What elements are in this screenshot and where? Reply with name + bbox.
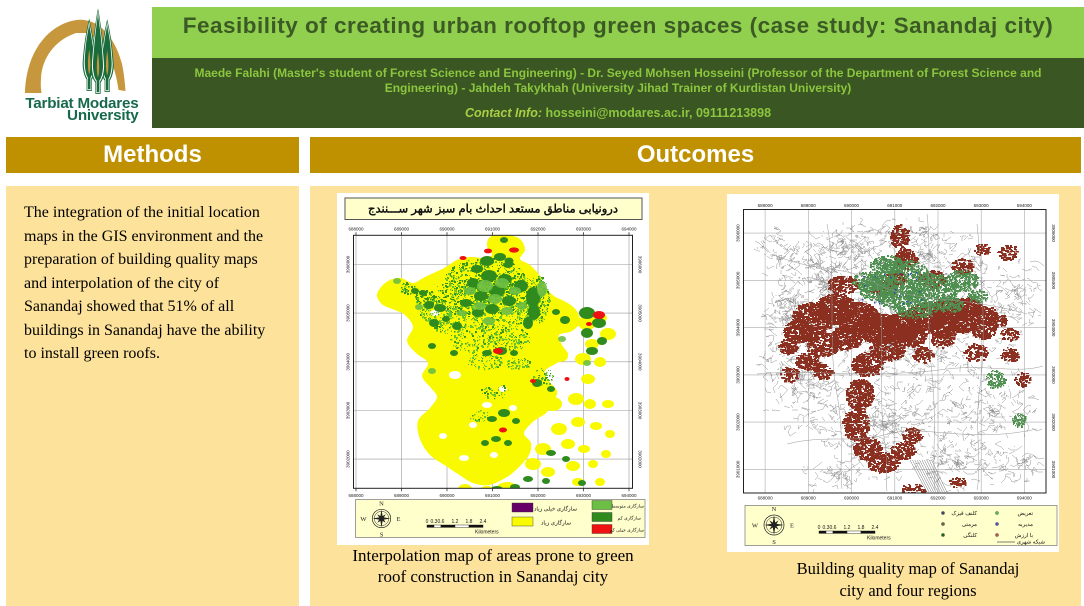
svg-text:689000: 689000: [801, 203, 817, 208]
svg-text:3906000: 3906000: [736, 224, 741, 242]
svg-text:3904000: 3904000: [346, 353, 351, 371]
svg-text:3906000: 3906000: [638, 256, 643, 274]
svg-text:694000: 694000: [1017, 496, 1033, 501]
svg-text:692000: 692000: [530, 226, 546, 231]
svg-text:3901000: 3901000: [1051, 461, 1056, 479]
svg-text:688000: 688000: [758, 203, 774, 208]
svg-text:سازگاری متوسط: سازگاری متوسط: [611, 503, 644, 510]
svg-text:University: University: [67, 107, 139, 124]
svg-text:شبکه شهری: شبکه شهری: [1017, 539, 1046, 546]
svg-text:694000: 694000: [621, 226, 637, 231]
svg-text:N: N: [379, 501, 384, 508]
svg-text:689000: 689000: [394, 493, 410, 498]
svg-text:Kilometers: Kilometers: [867, 536, 891, 542]
svg-text:3903000: 3903000: [638, 402, 643, 420]
svg-text:S: S: [380, 532, 384, 539]
svg-text:3902000: 3902000: [346, 450, 351, 468]
svg-text:3906000: 3906000: [346, 255, 351, 273]
svg-text:1.2: 1.2: [844, 525, 851, 531]
svg-text:N: N: [772, 506, 777, 513]
svg-text:0.6: 0.6: [438, 519, 445, 525]
svg-text:W: W: [360, 516, 367, 523]
svg-text:3905000: 3905000: [1051, 272, 1056, 290]
svg-text:E: E: [397, 516, 401, 523]
svg-text:691000: 691000: [887, 496, 903, 501]
svg-text:سازگاری خیلی کم: سازگاری خیلی کم: [610, 527, 644, 534]
svg-text:سازگاری زیاد: سازگاری زیاد: [541, 519, 571, 527]
svg-text:3905000: 3905000: [346, 304, 351, 322]
svg-text:692000: 692000: [530, 493, 546, 498]
svg-text:2.4: 2.4: [872, 525, 879, 531]
svg-text:691000: 691000: [485, 226, 501, 231]
svg-text:با ارزش: با ارزش: [1015, 532, 1034, 539]
svg-text:3905000: 3905000: [736, 271, 741, 289]
svg-text:کلنگی: کلنگی: [963, 531, 977, 539]
svg-text:Kilometers: Kilometers: [475, 530, 499, 536]
svg-text:693000: 693000: [974, 203, 990, 208]
svg-text:مدیریه: مدیریه: [1018, 522, 1033, 528]
svg-text:688000: 688000: [348, 226, 364, 231]
svg-text:S: S: [772, 539, 776, 546]
svg-text:سازگاری خیلی زیاد: سازگاری خیلی زیاد: [534, 505, 577, 513]
svg-text:693000: 693000: [576, 226, 592, 231]
svg-text:693000: 693000: [576, 493, 592, 498]
svg-text:1.8: 1.8: [858, 525, 865, 531]
svg-text:3902000: 3902000: [638, 450, 643, 468]
svg-text:690000: 690000: [439, 226, 455, 231]
svg-text:3902000: 3902000: [736, 413, 741, 431]
svg-text:691000: 691000: [485, 493, 501, 498]
svg-text:3902000: 3902000: [1051, 413, 1056, 431]
svg-text:690000: 690000: [439, 493, 455, 498]
svg-text:سازگاری کم: سازگاری کم: [618, 515, 642, 522]
svg-text:691000: 691000: [887, 203, 903, 208]
svg-text:689000: 689000: [394, 226, 410, 231]
svg-text:690000: 690000: [844, 496, 860, 501]
svg-text:3901000: 3901000: [736, 460, 741, 478]
svg-text:کلنف قیزک: کلنف قیزک: [951, 510, 977, 517]
svg-text:E: E: [790, 522, 794, 529]
svg-text:688000: 688000: [348, 493, 364, 498]
svg-text:0: 0: [426, 519, 429, 525]
svg-text:0.6: 0.6: [830, 525, 837, 531]
svg-text:مرمتی: مرمتی: [962, 522, 977, 528]
svg-text:1.2: 1.2: [452, 519, 459, 525]
svg-text:3904000: 3904000: [638, 353, 643, 371]
svg-text:0: 0: [818, 525, 821, 531]
svg-text:694000: 694000: [621, 493, 637, 498]
svg-text:689000: 689000: [801, 496, 817, 501]
svg-text:3903000: 3903000: [736, 366, 741, 384]
svg-text:3903000: 3903000: [346, 401, 351, 419]
svg-text:694000: 694000: [1017, 203, 1033, 208]
svg-text:1.8: 1.8: [466, 519, 473, 525]
svg-text:2.4: 2.4: [480, 519, 487, 525]
svg-text:3904000: 3904000: [1051, 319, 1056, 337]
svg-text:688000: 688000: [758, 496, 774, 501]
svg-text:3906000: 3906000: [1051, 224, 1056, 242]
svg-text:3905000: 3905000: [638, 304, 643, 322]
svg-text:درونیابی مناطق مستعد احداث بام: درونیابی مناطق مستعد احداث بام سبز شهر س…: [368, 203, 618, 217]
svg-text:692000: 692000: [930, 496, 946, 501]
svg-text:690000: 690000: [844, 203, 860, 208]
svg-text:3904000: 3904000: [736, 318, 741, 336]
svg-text:693000: 693000: [974, 496, 990, 501]
svg-text:W: W: [752, 522, 759, 529]
svg-text:تعریض: تعریض: [1018, 511, 1034, 517]
svg-text:692000: 692000: [930, 203, 946, 208]
svg-text:3903000: 3903000: [1051, 366, 1056, 384]
